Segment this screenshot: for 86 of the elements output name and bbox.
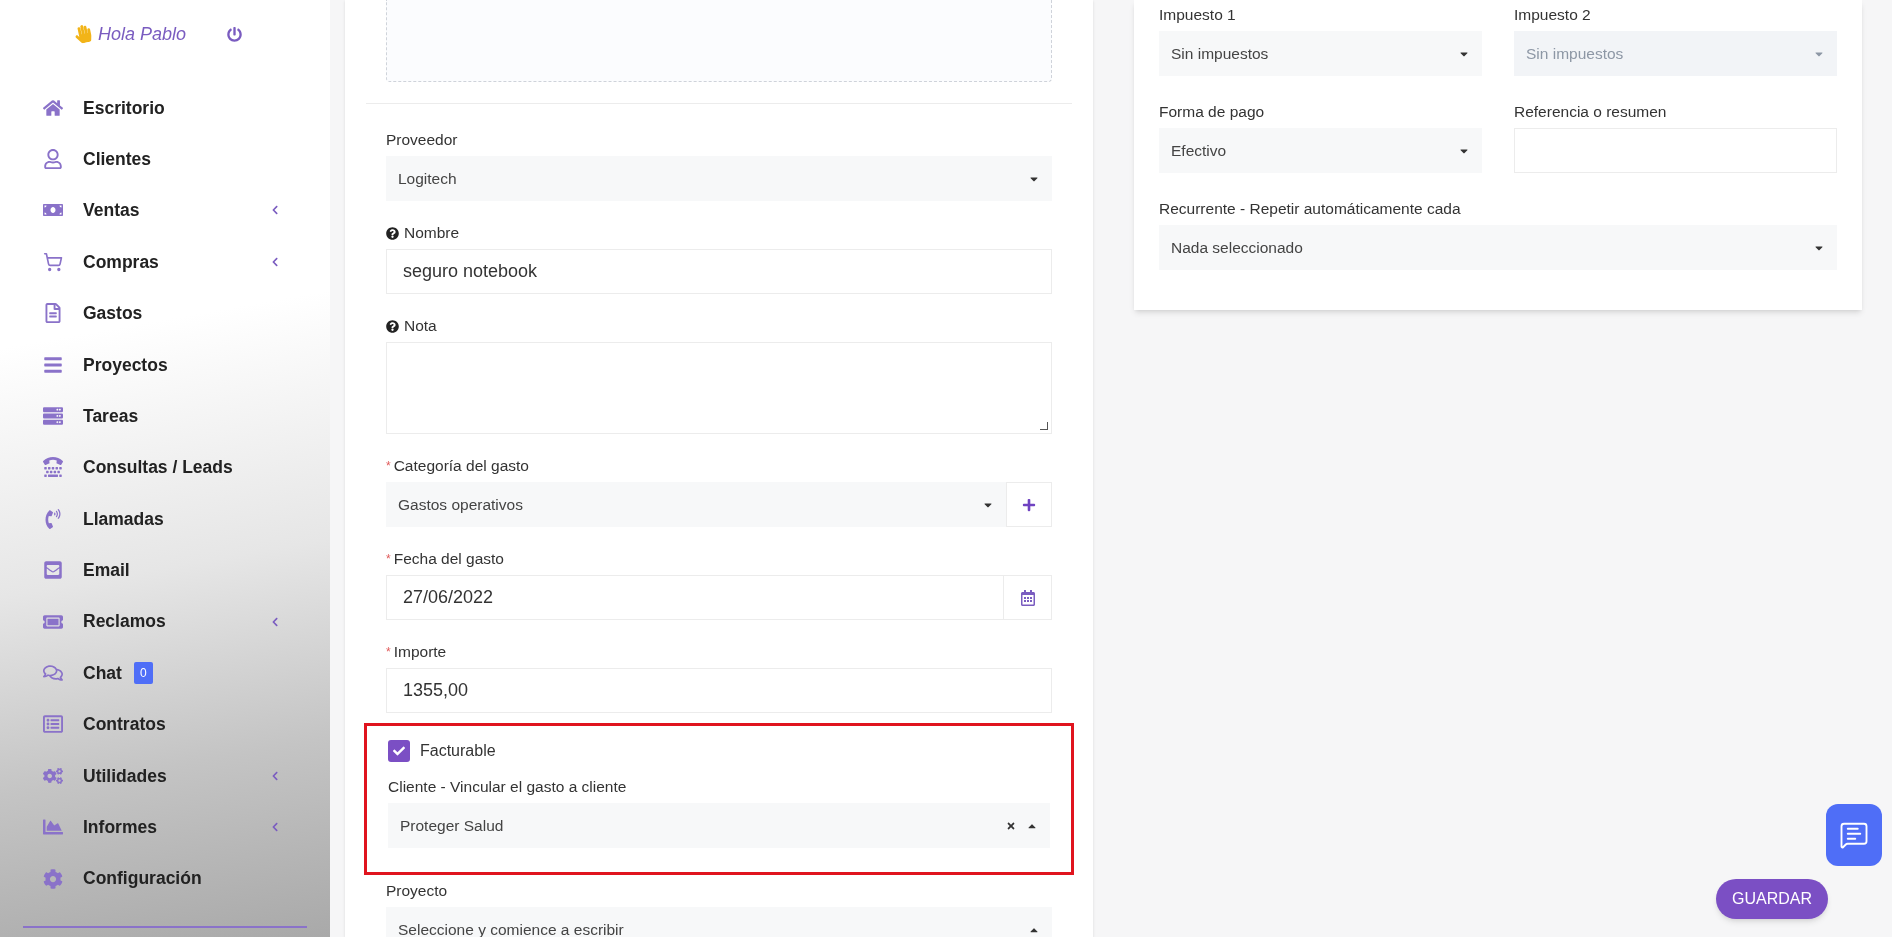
checkbox[interactable] — [388, 740, 410, 762]
sidebar-item[interactable]: Email — [0, 544, 330, 596]
sidebar-item[interactable]: Contratos — [0, 698, 330, 751]
sidebar-item[interactable]: Tareas — [0, 390, 330, 442]
sidebar-label: Reclamos — [83, 610, 166, 634]
sidebar-item[interactable]: Gastos — [0, 287, 330, 339]
sidebar-label: Contratos — [83, 713, 166, 737]
user-icon — [43, 149, 63, 170]
select-field[interactable]: Gastos operativos — [386, 482, 1006, 527]
field-label: Referencia o resumen — [1514, 102, 1667, 122]
sidebar-label: Configuración — [83, 867, 202, 891]
sidebar-item[interactable]: Configuración — [0, 852, 330, 905]
check-icon — [393, 745, 405, 757]
required-asterisk: * — [386, 551, 391, 568]
phone-ringing-icon — [43, 508, 63, 529]
sidebar-item[interactable]: Chat 0 — [0, 647, 330, 699]
home-icon — [43, 97, 63, 118]
required-asterisk: * — [386, 644, 391, 661]
cart-icon — [43, 251, 63, 272]
sidebar-label: Clientes — [83, 147, 152, 171]
field-label: Impuesto 2 — [1514, 5, 1591, 25]
field-label: Fecha del gasto — [393, 549, 504, 569]
count-badge: 0 — [133, 662, 153, 684]
chat-button[interactable] — [1826, 804, 1882, 866]
envelope-icon — [43, 560, 63, 581]
gear-icon — [43, 868, 63, 889]
select-field[interactable]: Logitech — [386, 156, 1052, 201]
plus-icon — [1022, 497, 1036, 512]
sidebar-label: Consultas / Leads — [83, 456, 233, 480]
field-label: Cliente - Vincular el gasto a cliente — [388, 777, 627, 797]
text-field[interactable]: seguro notebook — [386, 249, 1052, 294]
field-label: Categoría del gasto — [393, 456, 529, 476]
chat-bubbles-icon — [43, 663, 63, 683]
sidebar-item[interactable]: Ventas — [0, 184, 330, 237]
field-label: Nota — [404, 316, 437, 336]
sidebar-label: Utilidades — [83, 764, 167, 788]
select-field[interactable]: Efectivo — [1159, 128, 1482, 173]
required-asterisk: * — [386, 458, 391, 475]
field-label: Forma de pago — [1159, 102, 1265, 122]
stacked-bars-icon — [43, 406, 63, 427]
sidebar-item[interactable]: Llamadas — [0, 493, 330, 545]
sidebar-label: Ventas — [83, 199, 140, 223]
text-field[interactable]: 1355,00 — [386, 668, 1052, 713]
resize-handle-icon[interactable] — [1040, 422, 1048, 430]
field-label: Proveedor — [386, 130, 458, 150]
save-button[interactable]: GUARDAR — [1716, 879, 1828, 919]
sidebar-label: Informes — [83, 816, 157, 840]
sidebar-item[interactable]: Utilidades — [0, 750, 330, 802]
date-field[interactable]: 27/06/2022 — [386, 575, 1004, 620]
sidebar-label: Gastos — [83, 302, 143, 326]
clear-icon[interactable] — [1006, 820, 1016, 831]
sidebar-item[interactable]: Proyectos — [0, 338, 330, 391]
sidebar-label: Proyectos — [83, 353, 168, 377]
sidebar-item[interactable]: Clientes — [0, 133, 330, 185]
sidebar-label: Tareas — [83, 404, 139, 428]
telephone-icon — [43, 457, 63, 478]
field-label: Importe — [393, 642, 447, 662]
sidebar-item[interactable]: Informes — [0, 801, 330, 853]
sidebar-item[interactable]: Consultas / Leads — [0, 441, 330, 494]
sidebar-label: Escritorio — [83, 96, 165, 120]
gears-icon — [43, 765, 63, 786]
list-icon — [43, 354, 63, 375]
power-icon[interactable] — [227, 26, 242, 42]
field-label: Recurrente - Repetir automáticamente cada — [1159, 199, 1461, 219]
sidebar-item[interactable]: Compras — [0, 236, 330, 288]
add-button[interactable] — [1006, 482, 1052, 527]
area-chart-icon — [43, 817, 63, 838]
sidebar-item[interactable]: Reclamos — [0, 595, 330, 648]
select-field[interactable]: Sin impuestos — [1159, 31, 1482, 76]
calendar-button[interactable] — [1004, 575, 1052, 620]
sidebar-label: Email — [83, 559, 130, 583]
field-label: Proyecto — [386, 881, 448, 901]
select-field[interactable]: Nada seleccionado — [1159, 225, 1837, 270]
greeting: Hola Pablo — [98, 22, 187, 46]
field-label: Impuesto 1 — [1159, 5, 1236, 25]
document-icon — [43, 303, 63, 324]
checkbox-label: Facturable — [420, 741, 496, 761]
sidebar-label: Llamadas — [83, 507, 164, 531]
sidebar-label: Chat — [83, 661, 122, 685]
field-label: Nombre — [404, 223, 460, 243]
select-field[interactable]: Proteger Salud — [388, 803, 1050, 848]
calendar-icon — [1019, 589, 1036, 606]
sidebar-label: Compras — [83, 250, 159, 274]
sidebar-item[interactable]: Escritorio — [0, 82, 330, 134]
chat-icon — [1839, 820, 1869, 850]
list-card-icon — [43, 714, 63, 735]
